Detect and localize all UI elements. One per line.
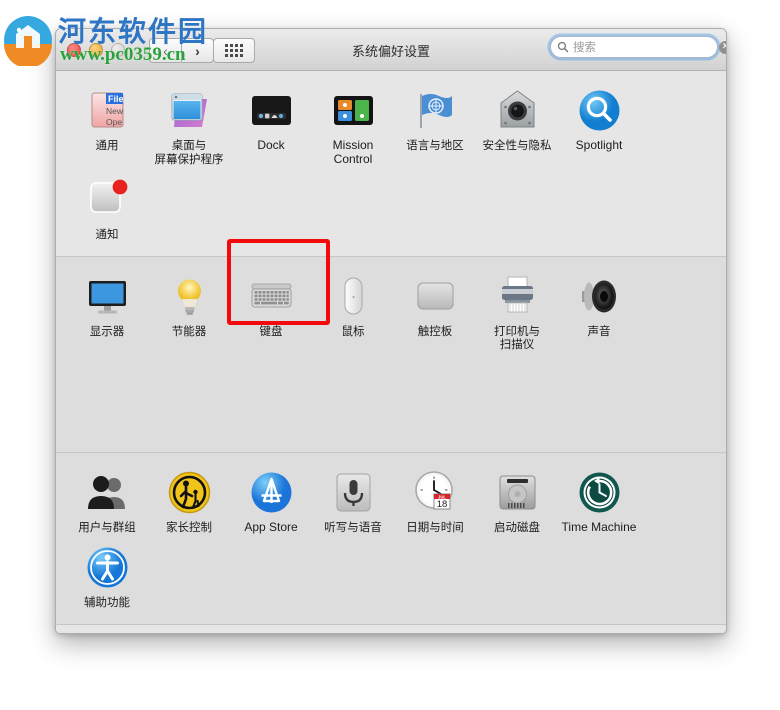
- pref-item-label: Mission Control: [332, 138, 374, 166]
- svg-text:File: File: [108, 94, 124, 104]
- trackpad-icon: [412, 273, 459, 320]
- pref-item-label: 辅助功能: [84, 595, 130, 609]
- pref-item-sound[interactable]: 声音: [558, 273, 640, 352]
- clock-date-label: 18: [436, 499, 447, 510]
- pref-item-security-privacy[interactable]: 安全性与隐私: [476, 87, 558, 166]
- pref-item-users-groups[interactable]: 用户与群组: [66, 469, 148, 535]
- pref-item-language-region[interactable]: 语言与地区: [394, 87, 476, 166]
- pref-item-dictation-speech[interactable]: 听写与语音: [312, 469, 394, 535]
- pref-item-label: 启动磁盘: [494, 519, 540, 534]
- printers-scanners-icon: [494, 273, 541, 320]
- security-privacy-house-icon: [494, 87, 541, 134]
- pref-item-label: 声音: [587, 323, 611, 338]
- empty-row-spacer: [56, 358, 726, 444]
- pref-item-label: 鼠标: [341, 323, 365, 338]
- notifications-badge-icon: [84, 176, 131, 223]
- pref-item-label: 听写与语音: [324, 519, 382, 534]
- dictation-speech-mic-icon: [330, 469, 377, 516]
- pref-item-label: 触控板: [417, 323, 453, 338]
- system-preferences-window: ‹ › 系统偏好设置 ×: [55, 28, 727, 634]
- language-region-flag-icon: [412, 87, 459, 134]
- pref-item-label: Spotlight: [575, 138, 623, 152]
- section-system: 用户与群组 家长控制 App Store 听写与语音 JUL 18 日期与时间 …: [56, 452, 726, 624]
- section-system-grid: 用户与群组 家长控制 App Store 听写与语音 JUL 18 日期与时间 …: [56, 465, 726, 616]
- window-titlebar: ‹ › 系统偏好设置 ×: [56, 29, 726, 71]
- pref-item-displays[interactable]: 显示器: [66, 273, 148, 352]
- pref-item-label: 显示器: [89, 323, 125, 338]
- search-icon: [557, 41, 569, 53]
- date-time-clock-icon: JUL 18: [412, 469, 459, 516]
- pref-item-label: 通知: [95, 227, 119, 241]
- pref-item-mission-control[interactable]: Mission Control: [312, 87, 394, 166]
- general-menu-icon: File New Ope: [84, 87, 131, 134]
- clear-icon[interactable]: ×: [719, 40, 726, 54]
- section-personal: File New Ope 通用 桌面与 屏幕保护程序 Dock Mission …: [56, 71, 726, 256]
- pref-item-accessibility[interactable]: 辅助功能: [66, 544, 148, 610]
- pref-item-label: 语言与地区: [406, 138, 464, 152]
- pref-item-startup-disk[interactable]: 启动磁盘: [476, 469, 558, 535]
- pref-item-notifications[interactable]: 通知: [66, 176, 148, 242]
- pref-item-printers-scanners[interactable]: 打印机与 扫描仪: [476, 273, 558, 352]
- section-other: Flash Player: [56, 624, 726, 633]
- accessibility-icon: [84, 544, 131, 591]
- mission-control-icon: [330, 87, 377, 134]
- pref-item-date-time[interactable]: JUL 18 日期与时间: [394, 469, 476, 535]
- users-groups-icon: [84, 469, 131, 516]
- pref-item-dock[interactable]: Dock: [230, 87, 312, 166]
- pref-item-general[interactable]: File New Ope 通用: [66, 87, 148, 166]
- pref-item-label: Dock: [257, 138, 285, 152]
- pref-item-trackpad[interactable]: 触控板: [394, 273, 476, 352]
- pref-item-parental-controls[interactable]: 家长控制: [148, 469, 230, 535]
- pref-item-app-store[interactable]: App Store: [230, 469, 312, 535]
- pref-item-mouse[interactable]: 鼠标: [312, 273, 394, 352]
- pref-item-label: 日期与时间: [406, 519, 464, 534]
- pref-item-label: 用户与群组: [78, 519, 136, 534]
- preferences-content: File New Ope 通用 桌面与 屏幕保护程序 Dock Mission …: [56, 71, 726, 633]
- section-personal-grid: File New Ope 通用 桌面与 屏幕保护程序 Dock Mission …: [56, 83, 726, 248]
- parental-controls-icon: [166, 469, 213, 516]
- pref-item-label: 打印机与 扫描仪: [494, 323, 540, 351]
- svg-text:Ope: Ope: [106, 117, 122, 127]
- site-logo-icon: [4, 16, 52, 66]
- pref-item-label: 桌面与 屏幕保护程序: [154, 138, 224, 166]
- search-field[interactable]: ×: [550, 36, 726, 58]
- svg-text:New: New: [106, 106, 124, 116]
- startup-disk-icon: [494, 469, 541, 516]
- pref-item-label: 家长控制: [166, 519, 212, 534]
- pref-item-label: 安全性与隐私: [482, 138, 552, 152]
- pref-item-keyboard[interactable]: 键盘: [230, 273, 312, 352]
- section-hardware: 显示器 节能器 键盘 鼠标 触控板 打印机与 扫描仪 声音: [56, 256, 726, 452]
- energy-saver-bulb-icon: [166, 273, 213, 320]
- pref-item-spotlight[interactable]: Spotlight: [558, 87, 640, 166]
- app-store-icon: [248, 469, 295, 516]
- pref-item-label: 节能器: [171, 323, 207, 338]
- time-machine-icon: [576, 469, 623, 516]
- pref-item-energy-saver[interactable]: 节能器: [148, 273, 230, 352]
- pref-item-desktop-screensaver[interactable]: 桌面与 屏幕保护程序: [148, 87, 230, 166]
- pref-item-label: App Store: [244, 519, 298, 534]
- pref-item-label: 键盘: [259, 323, 283, 338]
- dock-icon: [248, 87, 295, 134]
- sound-speaker-icon: [576, 273, 623, 320]
- section-hardware-grid: 显示器 节能器 键盘 鼠标 触控板 打印机与 扫描仪 声音: [56, 269, 726, 358]
- displays-monitor-icon: [84, 273, 131, 320]
- search-input[interactable]: [573, 40, 719, 54]
- desktop-screensaver-icon: [166, 87, 213, 134]
- keyboard-icon: [248, 273, 295, 320]
- pref-item-time-machine[interactable]: Time Machine: [558, 469, 640, 535]
- pref-item-label: 通用: [95, 138, 119, 152]
- spotlight-magnifier-icon: [576, 87, 623, 134]
- mouse-icon: [330, 273, 377, 320]
- pref-item-label: Time Machine: [561, 519, 637, 534]
